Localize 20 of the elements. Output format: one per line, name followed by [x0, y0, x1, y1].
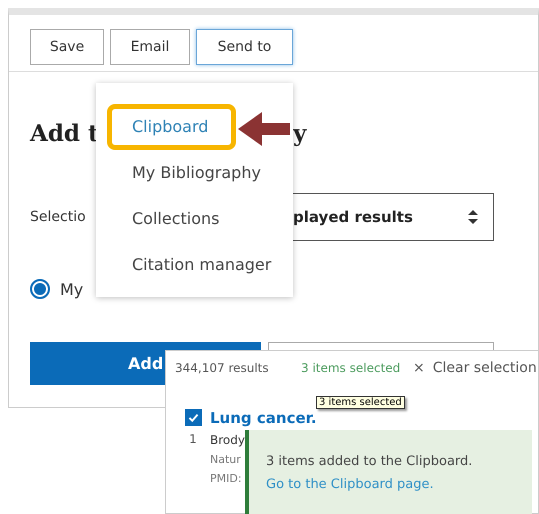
menu-item[interactable]: Clipboard: [107, 104, 236, 150]
menu-item[interactable]: Collections: [96, 196, 293, 242]
tooltip: 3 items selected: [316, 396, 405, 409]
toolbar-button[interactable]: Save: [30, 29, 104, 65]
field-label: Selectio: [30, 209, 86, 225]
toolbar-button[interactable]: Email: [110, 29, 190, 65]
selected-count: 3 items selected: [301, 361, 402, 375]
selection-dropdown[interactable]: played results: [293, 193, 494, 241]
toolbar-button[interactable]: Send to: [196, 29, 293, 65]
menu-item[interactable]: My Bibliography: [96, 150, 293, 196]
dialog-heading: y: [293, 120, 306, 147]
result-number: 1: [189, 432, 197, 446]
article-pmid: PMID:: [210, 472, 242, 485]
article-journal: Natur: [210, 453, 241, 466]
clear-selection-button[interactable]: × Clear selection: [413, 360, 537, 376]
radio-label: My: [60, 280, 84, 298]
notification-message: 3 items added to the Clipboard. Go to the Clipboard page.: [266, 453, 474, 494]
article-title-link[interactable]: Lung cancer.: [210, 409, 317, 427]
article-authors: Brody: [210, 433, 245, 447]
menu-item[interactable]: Citation manager: [96, 242, 293, 288]
